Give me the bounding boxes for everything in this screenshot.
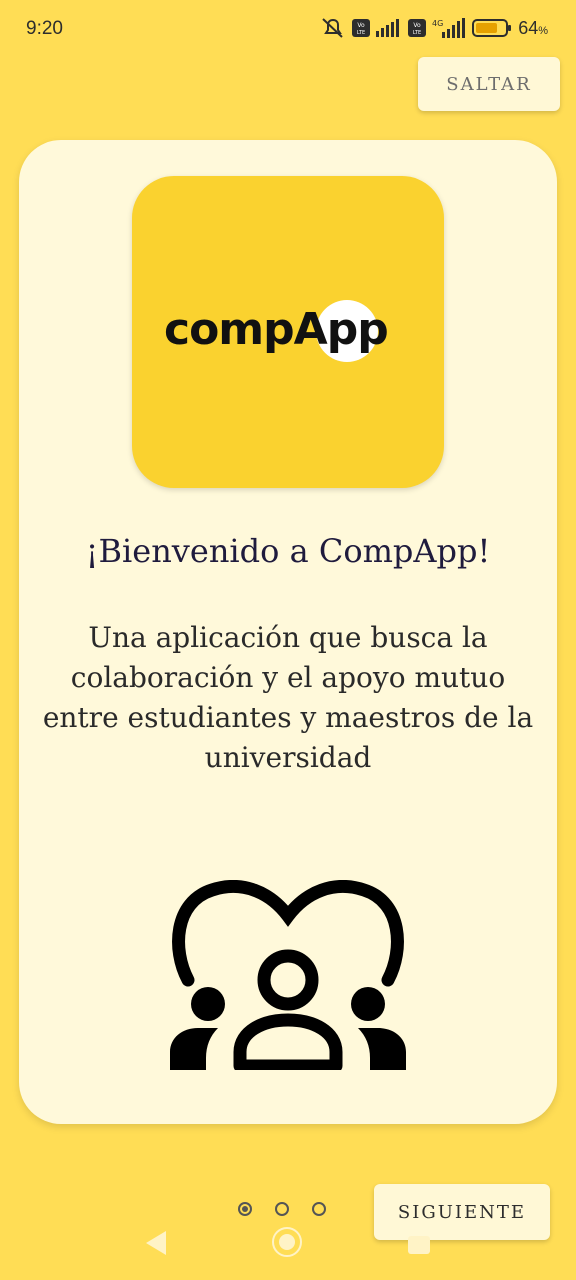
page-indicator <box>238 1202 326 1216</box>
logo-text: compApp <box>164 304 389 355</box>
svg-text:4G: 4G <box>432 19 443 28</box>
battery-level: 64% <box>518 17 548 38</box>
community-heart-icon <box>170 880 406 1070</box>
status-icons: Vo LTE Vo LTE 4G 64% <box>320 17 548 39</box>
welcome-description: Una aplicación que busca la colaboración… <box>42 621 534 774</box>
svg-text:Vo: Vo <box>414 22 422 29</box>
page-dot-1[interactable] <box>238 1202 252 1216</box>
app-logo: compApp <box>132 176 444 488</box>
signal-4g-icon: 4G <box>432 18 466 38</box>
mute-icon <box>322 18 343 38</box>
signal-icon <box>376 19 400 37</box>
svg-text:LTE: LTE <box>413 30 421 36</box>
skip-button[interactable]: SALTAR <box>418 57 560 111</box>
recent-apps-icon[interactable] <box>408 1236 430 1254</box>
home-icon[interactable] <box>272 1227 302 1257</box>
page-dot-3[interactable] <box>312 1202 326 1216</box>
battery-icon <box>472 19 512 37</box>
svg-text:Vo: Vo <box>358 22 366 29</box>
volte-icon: Vo LTE <box>352 19 371 37</box>
status-bar: 9:20 Vo LTE Vo LTE 4G 64% <box>0 0 576 60</box>
welcome-title: ¡Bienvenido a CompApp! <box>85 532 491 570</box>
svg-text:LTE: LTE <box>357 30 365 36</box>
onboarding-card: compApp ¡Bienvenido a CompApp! Una aplic… <box>19 140 557 1124</box>
page-dot-2[interactable] <box>275 1202 289 1216</box>
back-icon[interactable] <box>144 1230 168 1256</box>
status-time: 9:20 <box>26 18 63 39</box>
volte-icon-2: Vo LTE <box>408 19 427 37</box>
next-button[interactable]: SIGUIENTE <box>374 1184 550 1240</box>
